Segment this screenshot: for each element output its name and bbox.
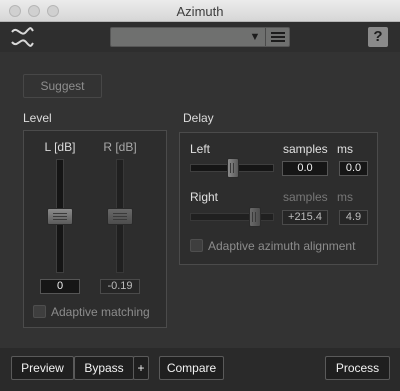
preview-button[interactable]: Preview [11, 356, 74, 380]
preset-menu-icon[interactable] [266, 28, 290, 46]
adaptive-matching-checkbox[interactable] [33, 305, 46, 318]
chevron-down-icon[interactable]: ▼ [245, 28, 265, 46]
help-button[interactable]: ? [368, 27, 388, 47]
level-section-label: Level [23, 111, 52, 125]
left-level-value[interactable]: 0 [40, 279, 80, 294]
delay-right-ms-value[interactable]: 4.9 [339, 210, 368, 225]
top-toolbar: ▼ ? [0, 22, 400, 52]
bypass-button[interactable]: Bypass [74, 356, 134, 380]
delay-panel: Left samples ms 0.0 0.0 Right samples ms… [179, 132, 378, 265]
delay-left-samples-value[interactable]: 0.0 [282, 161, 328, 176]
delay-right-slider[interactable] [190, 213, 274, 221]
suggest-button[interactable]: Suggest [23, 74, 102, 98]
delay-left-slider-handle[interactable] [227, 158, 239, 178]
delay-right-ms-label: ms [337, 190, 353, 204]
preset-dropdown[interactable]: ▼ [110, 27, 290, 47]
delay-section-label: Delay [183, 111, 214, 125]
delay-right-slider-handle[interactable] [249, 207, 261, 227]
left-level-label: L [dB] [44, 140, 76, 154]
bottom-toolbar: Preview Bypass + Compare Process [0, 348, 400, 391]
adaptive-azimuth-alignment-label: Adaptive azimuth alignment [208, 239, 356, 253]
adaptive-azimuth-alignment-checkbox[interactable] [190, 239, 203, 252]
delay-left-ms-value[interactable]: 0.0 [339, 161, 368, 176]
process-button[interactable]: Process [325, 356, 390, 380]
delay-right-samples-label: samples [283, 190, 328, 204]
window-title: Azimuth [176, 4, 224, 19]
delay-right-label: Right [190, 190, 219, 204]
delay-right-samples-value[interactable]: +215.4 [282, 210, 328, 225]
right-level-label: R [dB] [103, 140, 137, 154]
title-bar: Azimuth [0, 0, 400, 22]
right-level-slider-handle[interactable] [107, 207, 133, 225]
adaptive-matching-label: Adaptive matching [51, 305, 150, 319]
right-level-value[interactable]: -0.19 [100, 279, 140, 294]
add-bypass-button[interactable]: + [133, 356, 149, 380]
delay-left-samples-label: samples [283, 142, 328, 156]
azimuth-logo-icon [11, 27, 34, 47]
compare-button[interactable]: Compare [159, 356, 224, 380]
main-panel: Suggest Level Delay L [dB] R [dB] 0 -0.1… [0, 52, 400, 348]
left-level-slider-handle[interactable] [47, 207, 73, 225]
delay-left-label: Left [190, 142, 211, 156]
delay-left-ms-label: ms [337, 142, 353, 156]
level-panel: L [dB] R [dB] 0 -0.19 Adaptive matching [23, 130, 167, 328]
